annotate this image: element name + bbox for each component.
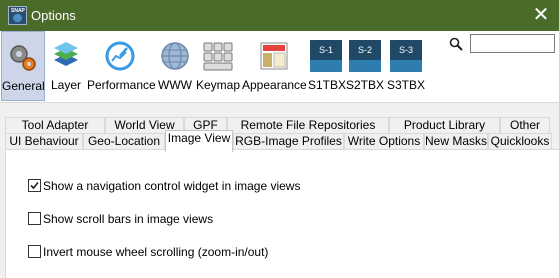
gauge-icon xyxy=(105,41,135,71)
category-appearance[interactable]: Appearance xyxy=(242,31,307,101)
option-label: Show a navigation control widget in imag… xyxy=(43,179,301,193)
svg-text:S-3: S-3 xyxy=(399,45,413,55)
tab-quicklooks[interactable]: Quicklooks xyxy=(488,133,552,149)
category-label: S1TBX xyxy=(308,78,347,92)
tab-tool-adapter[interactable]: Tool Adapter xyxy=(5,117,105,133)
tab-geo-location[interactable]: Geo-Location xyxy=(83,133,165,149)
category-s1tbx[interactable]: S-1 S1TBX xyxy=(308,31,347,101)
option-label: Show scroll bars in image views xyxy=(43,212,214,226)
s3-icon: S-3 xyxy=(390,40,422,72)
category-label: Keymap xyxy=(196,78,241,92)
search-input[interactable] xyxy=(470,34,555,53)
category-keymap[interactable]: Keymap xyxy=(196,31,240,101)
gears-icon xyxy=(10,45,36,71)
category-label: S3TBX xyxy=(386,78,425,92)
window-title: Options xyxy=(31,8,76,23)
s2-icon: S-2 xyxy=(349,40,381,72)
tab-image-view[interactable]: Image View xyxy=(165,130,233,152)
category-www[interactable]: WWW xyxy=(156,31,194,101)
close-icon[interactable]: ✕ xyxy=(529,3,553,27)
tab-other[interactable]: Other xyxy=(500,117,550,133)
tab-row-front: UI Behaviour Geo-Location Image View RGB… xyxy=(5,130,556,152)
checkbox-checked[interactable] xyxy=(28,179,41,192)
category-label: General xyxy=(2,79,45,93)
option-label: Invert mouse wheel scrolling (zoom-in/ou… xyxy=(43,245,269,259)
appearance-icon xyxy=(260,42,288,70)
category-label: WWW xyxy=(158,78,192,92)
category-performance[interactable]: Performance xyxy=(87,31,156,101)
category-s2tbx[interactable]: S-2 S2TBX xyxy=(346,31,384,101)
tab-write-options[interactable]: Write Options xyxy=(344,133,424,149)
s1-icon: S-1 xyxy=(310,40,342,72)
layers-icon xyxy=(54,42,78,66)
tab-rgb-image-profiles[interactable]: RGB-Image Profiles xyxy=(233,133,344,149)
svg-text:S-1: S-1 xyxy=(319,45,333,55)
category-label: Performance xyxy=(87,78,156,92)
category-general[interactable]: General xyxy=(1,31,45,101)
category-layer[interactable]: Layer xyxy=(47,31,85,101)
checkbox-unchecked[interactable] xyxy=(28,212,41,225)
category-label: Appearance xyxy=(242,78,307,92)
tab-product-library[interactable]: Product Library xyxy=(389,117,500,133)
app-icon: SNAP xyxy=(8,6,27,25)
tab-remote-file-repositories[interactable]: Remote File Repositories xyxy=(227,117,389,133)
category-label: Layer xyxy=(50,78,82,92)
category-label: S2TBX xyxy=(346,78,385,92)
search-icon xyxy=(449,37,463,51)
svg-text:S-2: S-2 xyxy=(358,45,372,55)
tab-ui-behaviour[interactable]: UI Behaviour xyxy=(5,133,83,149)
checkbox-unchecked[interactable] xyxy=(28,245,41,258)
category-s3tbx[interactable]: S-3 S3TBX xyxy=(386,31,426,101)
tab-new-masks[interactable]: New Masks xyxy=(424,133,488,149)
checkmark-icon xyxy=(30,181,39,190)
title-bar: SNAP Options ✕ xyxy=(0,0,559,31)
tab-row-back: Tool Adapter World View GPF Remote File … xyxy=(5,117,556,133)
keyboard-icon xyxy=(203,42,233,71)
globe-icon xyxy=(161,42,189,70)
